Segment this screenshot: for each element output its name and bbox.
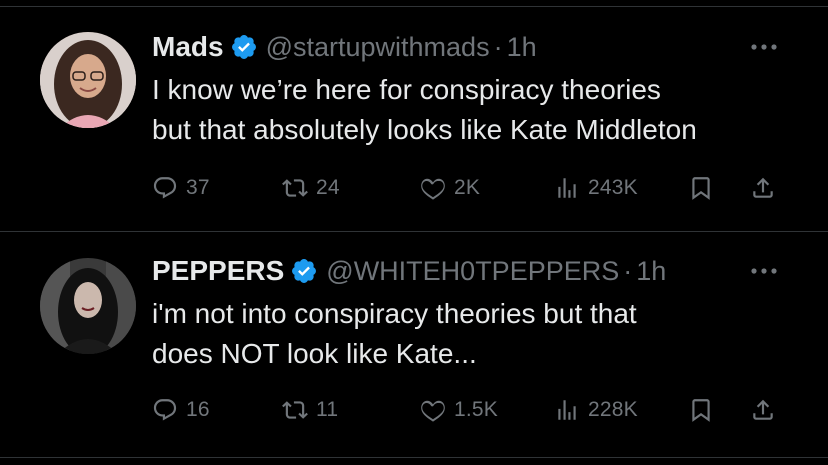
verified-badge-icon xyxy=(290,257,318,285)
views-icon xyxy=(558,400,576,420)
tweet-text: i'm not into conspiracy theories but tha… xyxy=(152,294,792,374)
views-count: 243K xyxy=(588,176,638,199)
tweet-header: Mads @startupwithmads · 1h xyxy=(152,30,537,64)
author-handle[interactable]: @startupwithmads xyxy=(266,32,490,63)
bookmark-icon xyxy=(692,399,710,422)
like-icon xyxy=(421,400,445,422)
reply-icon xyxy=(153,177,177,199)
tweet-actions: 37 24 2K 243K xyxy=(152,172,792,204)
top-divider xyxy=(0,6,828,7)
retweet-count: 24 xyxy=(316,176,340,199)
like-button[interactable]: 2K xyxy=(420,172,480,204)
tweet-actions: 16 11 1.5K 228K xyxy=(152,394,792,426)
bookmark-icon xyxy=(692,177,710,200)
share-icon xyxy=(753,399,773,420)
retweet-count: 11 xyxy=(316,398,339,421)
tweet-text-line: I know we’re here for conspiracy theorie… xyxy=(152,74,661,105)
views-count: 228K xyxy=(588,398,638,421)
tweet-header: PEPPERS @WHITEH0TPEPPERS · 1h xyxy=(152,254,666,288)
views-button[interactable]: 228K xyxy=(554,394,638,426)
avatar[interactable] xyxy=(40,258,136,354)
separator-dot: · xyxy=(493,31,503,62)
reply-icon xyxy=(153,399,177,421)
author-name[interactable]: Mads xyxy=(152,31,224,63)
tweet-card[interactable]: PEPPERS @WHITEH0TPEPPERS · 1h i'm not in… xyxy=(0,254,828,454)
separator-dot: · xyxy=(623,255,633,286)
author-handle[interactable]: @WHITEH0TPEPPERS xyxy=(326,256,619,287)
share-button[interactable] xyxy=(750,172,776,204)
views-icon xyxy=(558,178,576,198)
retweet-icon xyxy=(282,401,308,419)
like-button[interactable]: 1.5K xyxy=(420,394,498,426)
tweet-card[interactable]: Mads @startupwithmads · 1h I know we’re … xyxy=(0,30,828,230)
reply-count: 16 xyxy=(186,398,210,421)
tweet-text-line: i'm not into conspiracy theories but tha… xyxy=(152,298,637,329)
tweet-time[interactable]: 1h xyxy=(507,32,537,63)
avatar[interactable] xyxy=(40,32,136,128)
reply-count: 37 xyxy=(186,176,210,199)
verified-badge-icon xyxy=(230,33,258,61)
share-icon xyxy=(753,177,773,198)
bottom-divider xyxy=(0,457,828,458)
more-options-icon[interactable] xyxy=(744,30,784,64)
like-icon xyxy=(421,178,445,200)
tweet-text: I know we’re here for conspiracy theorie… xyxy=(152,70,792,150)
like-count: 2K xyxy=(454,176,481,199)
reply-button[interactable]: 16 xyxy=(152,394,210,426)
retweet-icon xyxy=(282,179,308,197)
bookmark-button[interactable] xyxy=(688,172,714,204)
reply-button[interactable]: 37 xyxy=(152,172,210,204)
tweet-text-line: does NOT look like Kate... xyxy=(152,338,477,369)
author-name[interactable]: PEPPERS xyxy=(152,255,284,287)
like-count: 1.5K xyxy=(454,398,498,421)
tweet-divider xyxy=(0,231,828,232)
more-options-icon[interactable] xyxy=(744,254,784,288)
tweet-time[interactable]: 1h xyxy=(636,256,666,287)
share-button[interactable] xyxy=(750,394,776,426)
retweet-button[interactable]: 24 xyxy=(282,172,340,204)
retweet-button[interactable]: 11 xyxy=(282,394,338,426)
views-button[interactable]: 243K xyxy=(554,172,638,204)
tweet-text-line: but that absolutely looks like Kate Midd… xyxy=(152,114,697,145)
bookmark-button[interactable] xyxy=(688,394,714,426)
